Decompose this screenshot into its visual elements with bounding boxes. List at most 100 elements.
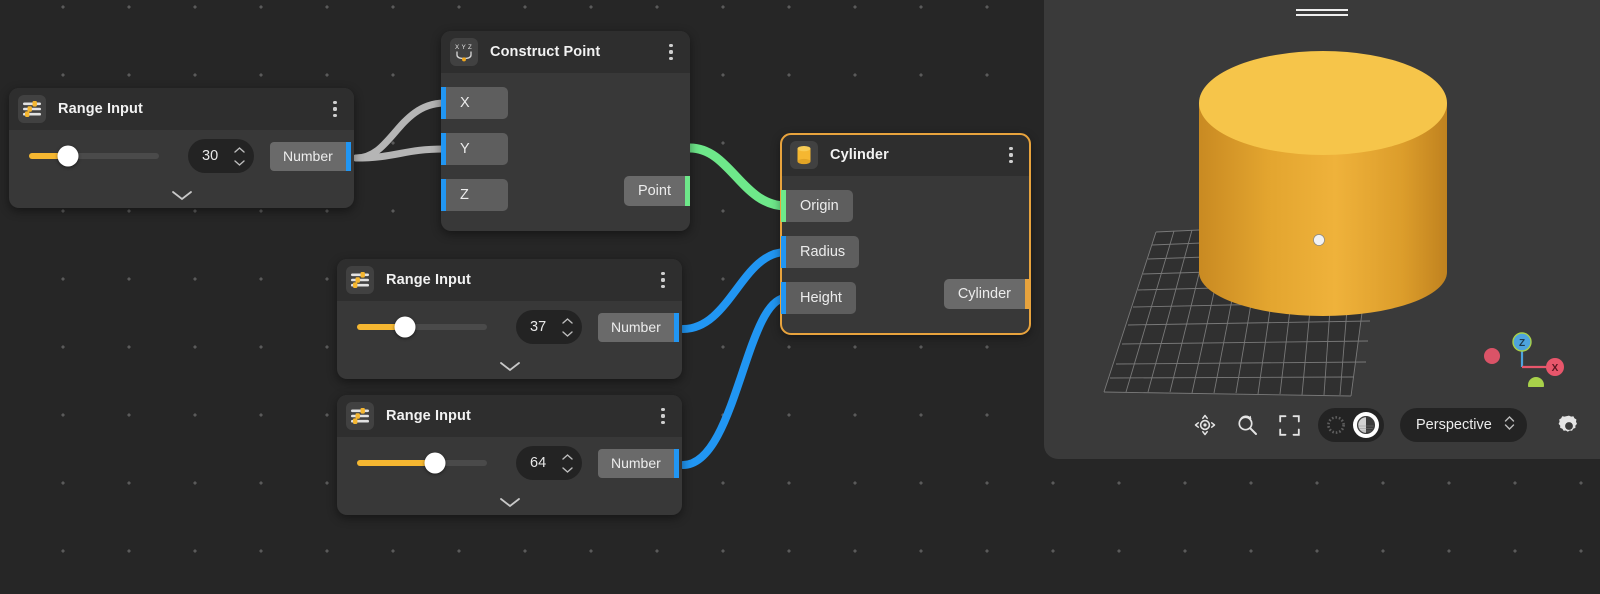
gizmo-z-label: Z (1519, 338, 1525, 349)
port-connector[interactable] (1025, 279, 1030, 309)
sliders-icon (346, 402, 374, 430)
node-header[interactable]: Cylinder (781, 134, 1030, 176)
port-connector[interactable] (673, 312, 679, 342)
node-header[interactable]: X Y Z Construct Point (441, 31, 690, 73)
output-port-label: Number (611, 455, 661, 471)
svg-text:Y: Y (462, 44, 466, 51)
collapse-toggle[interactable] (337, 353, 682, 379)
cylinder-icon (790, 141, 818, 169)
node-body: Origin Radius Height Cylinder (781, 176, 1030, 334)
value-field[interactable]: 30 (188, 139, 254, 173)
cable-number-to-height (679, 294, 790, 469)
input-port-x[interactable]: X (441, 87, 690, 119)
chevron-up-icon (562, 317, 573, 324)
node-body: 64 Number (337, 437, 682, 515)
node-title: Cylinder (830, 147, 889, 163)
output-port-number[interactable]: Number (270, 141, 346, 171)
chevron-up-icon (562, 453, 573, 460)
port-connector[interactable] (685, 176, 690, 206)
output-port-label: Number (283, 148, 333, 164)
value-field[interactable]: 37 (516, 310, 582, 344)
gizmo-x-label: X (1552, 363, 1559, 374)
input-port-label: Y (460, 141, 470, 157)
gizmo-y-axis (1528, 377, 1544, 387)
input-port-origin[interactable]: Origin (781, 190, 1030, 222)
kebab-menu-icon[interactable] (652, 267, 674, 293)
cable-number-to-radius (679, 248, 790, 333)
svg-text:Z: Z (468, 44, 472, 51)
viewport-toolbar[interactable]: Perspective (1192, 408, 1527, 442)
value-text: 30 (202, 148, 219, 164)
wireframe-shading-icon[interactable] (1323, 412, 1349, 438)
range-input-row: 37 Number (337, 301, 682, 353)
node-body: 37 Number (337, 301, 682, 379)
input-port-label: Height (800, 290, 842, 306)
output-port-number[interactable]: Number (598, 448, 674, 478)
value-stepper[interactable] (562, 310, 573, 344)
range-slider[interactable] (357, 316, 487, 338)
output-port-label: Cylinder (957, 286, 1011, 302)
node-header[interactable]: Range Input (337, 259, 682, 301)
cable-number-to-y (352, 145, 448, 162)
shaded-view-icon[interactable] (1353, 412, 1379, 438)
port-connector[interactable] (345, 141, 351, 171)
kebab-menu-icon[interactable] (324, 96, 346, 122)
node-range-input-3[interactable]: Range Input 64 Number (337, 395, 682, 515)
chevron-up-icon (234, 146, 245, 153)
gear-icon[interactable] (1556, 413, 1582, 439)
node-range-input-1[interactable]: Range Input 30 Number (9, 88, 354, 208)
output-port-cylinder[interactable]: Cylinder (943, 279, 1030, 309)
range-slider[interactable] (357, 452, 487, 474)
xyz-point-icon: X Y Z (450, 38, 478, 66)
cylinder-top-face (1199, 51, 1447, 155)
node-header[interactable]: Range Input (9, 88, 354, 130)
kebab-menu-icon[interactable] (660, 39, 682, 65)
port-connector[interactable] (673, 448, 679, 478)
node-construct-point[interactable]: X Y Z Construct Point X Y Z Point (441, 31, 690, 231)
kebab-menu-icon[interactable] (652, 403, 674, 429)
output-port-label: Point (637, 183, 671, 199)
output-port-point[interactable]: Point (623, 176, 690, 206)
value-stepper[interactable] (562, 446, 573, 480)
chevron-down-icon (234, 159, 245, 166)
node-title: Construct Point (490, 44, 601, 60)
input-port-label: Radius (800, 244, 846, 260)
node-body: 30 Number (9, 130, 354, 208)
value-field[interactable]: 64 (516, 446, 582, 480)
cable-number-to-x (352, 99, 448, 162)
viewport-scene[interactable] (1044, 0, 1600, 459)
node-header[interactable]: Range Input (337, 395, 682, 437)
zoom-search-icon[interactable] (1234, 412, 1260, 438)
chevron-down-icon (562, 330, 573, 337)
node-title: Range Input (58, 101, 143, 117)
node-cylinder[interactable]: Cylinder Origin Radius Height Cylinder (780, 133, 1031, 335)
collapse-toggle[interactable] (337, 489, 682, 515)
input-port-radius[interactable]: Radius (781, 236, 1030, 268)
range-input-row: 30 Number (9, 130, 354, 182)
sliders-icon (346, 266, 374, 294)
output-port-number[interactable]: Number (598, 312, 674, 342)
chevron-down-icon (171, 190, 192, 200)
projection-dropdown[interactable]: Perspective (1400, 408, 1527, 442)
pan-orbit-icon[interactable] (1192, 412, 1218, 438)
input-port-y[interactable]: Y (441, 133, 690, 165)
input-port-label: X (460, 95, 470, 111)
origin-point-marker (1313, 234, 1325, 246)
input-port-label: Origin (800, 198, 839, 214)
value-text: 64 (530, 455, 547, 471)
cylinder-mesh (1199, 51, 1447, 316)
axis-gizmo[interactable]: Z X (1480, 323, 1564, 387)
fit-to-screen-icon[interactable] (1276, 412, 1302, 438)
chevron-up-down-icon (1504, 415, 1515, 435)
node-range-input-2[interactable]: Range Input 37 Number (337, 259, 682, 379)
value-stepper[interactable] (234, 139, 245, 173)
shading-mode-group[interactable] (1318, 408, 1384, 442)
kebab-menu-icon[interactable] (1000, 142, 1022, 168)
viewport-3d[interactable]: Perspective Z X (1044, 0, 1600, 459)
node-title: Range Input (386, 272, 471, 288)
range-slider[interactable] (29, 145, 159, 167)
sliders-icon (18, 95, 46, 123)
output-port-label: Number (611, 319, 661, 335)
svg-text:X: X (455, 44, 459, 51)
collapse-toggle[interactable] (9, 182, 354, 208)
